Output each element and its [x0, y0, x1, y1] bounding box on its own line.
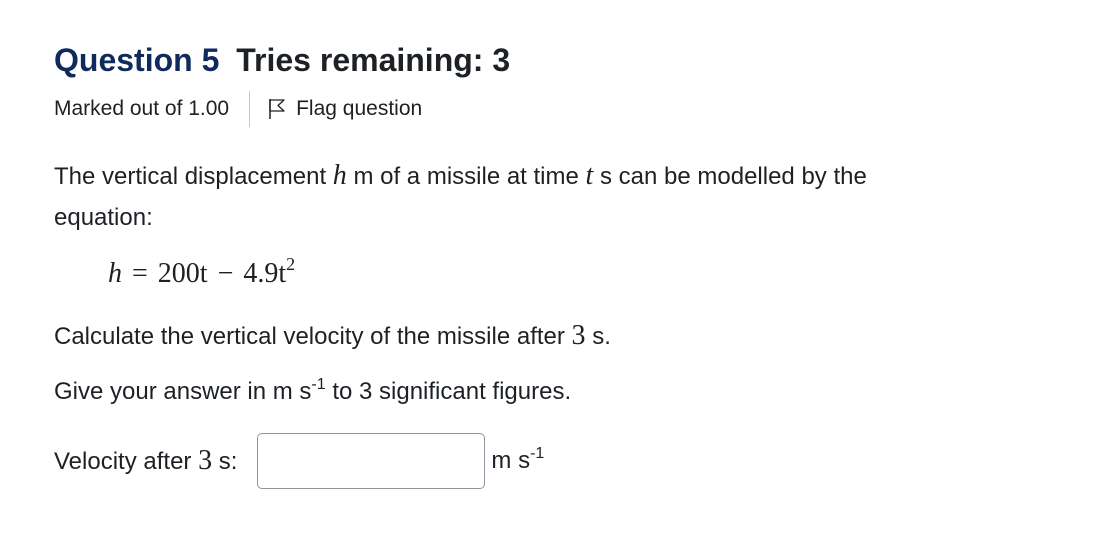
answer-label-number: 3 — [198, 445, 213, 476]
question-meta: Marked out of 1.00 Flag question — [54, 90, 422, 128]
answer-label: Velocity after 3 s: — [54, 445, 237, 477]
eq-exponent: 2 — [286, 254, 296, 274]
eq-minus: − — [217, 258, 234, 289]
text-segment: m of a missile at time — [346, 163, 586, 190]
text-segment: Calculate the vertical velocity of the m… — [54, 323, 572, 350]
text-segment: s: — [212, 448, 238, 475]
velocity-answer-input[interactable] — [257, 433, 486, 489]
text-segment: Velocity after — [54, 448, 199, 475]
question-number: 5 — [201, 42, 220, 78]
equation: h = 200t −4.9t2 — [108, 254, 295, 294]
marked-out-of: Marked out of 1.00 — [54, 97, 230, 120]
text-segment: to 3 significant figures. — [325, 378, 572, 405]
text-segment: s can be modelled by the — [593, 163, 867, 190]
question-text-line-2: equation: — [54, 204, 153, 231]
unit-superscript: -1 — [530, 445, 545, 462]
eq-term2: 4.9t — [243, 258, 287, 289]
eq-lhs: h — [108, 258, 122, 289]
question-label: Question — [54, 42, 193, 78]
eq-equals: = — [132, 258, 148, 289]
text-segment: s. — [585, 323, 611, 350]
var-h: h — [332, 160, 347, 191]
text-segment: Give your answer in m s — [54, 378, 312, 405]
answer-format-instruction: Give your answer in m s-1 to 3 significa… — [54, 371, 571, 412]
text-segment: The vertical displacement — [54, 163, 333, 190]
flag-question-link[interactable]: Flag question — [268, 97, 422, 121]
flag-question-label: Flag question — [296, 97, 423, 120]
eq-term1: 200t — [157, 258, 208, 289]
unit-superscript: -1 — [311, 376, 326, 393]
tries-remaining: Tries remaining: 3 — [236, 42, 511, 78]
calc-number: 3 — [571, 320, 586, 351]
calculate-instruction: Calculate the vertical velocity of the m… — [54, 315, 611, 357]
meta-divider — [249, 91, 251, 127]
unit-text: m s — [491, 447, 531, 474]
answer-unit: m s-1 — [491, 445, 545, 475]
flag-outline-icon — [269, 99, 285, 119]
answer-row: Velocity after 3 s: m s-1 — [54, 431, 544, 491]
question-header: Question 5 Tries remaining: 3 — [54, 40, 510, 80]
question-text-line-1: The vertical displacement h m of a missi… — [54, 155, 867, 197]
